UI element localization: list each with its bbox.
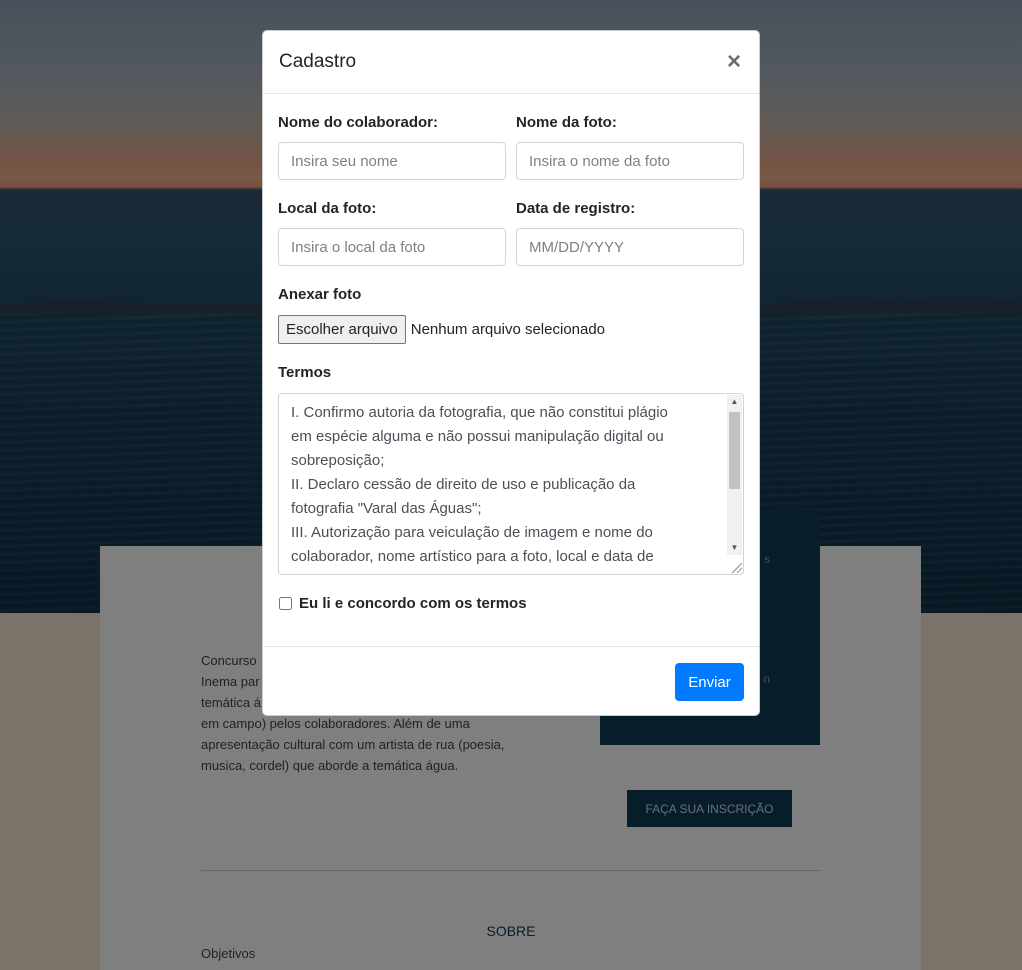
register-date-label: Data de registro: — [516, 200, 636, 217]
photo-location-input[interactable] — [278, 228, 506, 266]
terms-line: III. Autorização para veiculação de imag… — [291, 524, 653, 541]
scroll-down-arrow-icon[interactable]: ▼ — [727, 541, 742, 555]
close-icon[interactable]: × — [727, 50, 741, 74]
agree-terms-label: Eu li e concordo com os termos — [299, 595, 527, 612]
photo-name-label: Nome da foto: — [516, 114, 617, 131]
collaborator-name-input[interactable] — [278, 142, 506, 180]
choose-file-button[interactable]: Escolher arquivo — [278, 315, 406, 344]
submit-button[interactable]: Enviar — [675, 663, 744, 701]
agree-terms-checkbox[interactable] — [279, 597, 292, 610]
terms-content: I. Confirmo autoria da fotografia, que n… — [279, 394, 743, 569]
modal-title: Cadastro — [279, 51, 357, 72]
register-date-input[interactable] — [516, 228, 744, 266]
terms-line: II. Declaro cessão de direito de uso e p… — [291, 476, 636, 493]
terms-line: I. Confirmo autoria da fotografia, que n… — [291, 404, 668, 421]
registration-modal: Cadastro × Nome do colaborador: Nome da … — [262, 30, 760, 716]
terms-textarea[interactable]: I. Confirmo autoria da fotografia, que n… — [278, 393, 744, 575]
terms-line: colaborador, nome artístico para a foto,… — [291, 548, 654, 565]
scroll-up-arrow-icon[interactable]: ▲ — [727, 395, 742, 409]
collaborator-label: Nome do colaborador: — [278, 114, 439, 131]
terms-label: Termos — [278, 364, 332, 381]
modal-body: Nome do colaborador: Nome da foto: Local… — [263, 94, 759, 646]
terms-line: sobreposição; — [291, 452, 385, 469]
photo-name-input[interactable] — [516, 142, 744, 180]
terms-line: fotografia "Varal das Águas"; — [291, 500, 482, 517]
terms-scrollbar[interactable]: ▲ ▼ — [727, 395, 742, 555]
attach-photo-label: Anexar foto — [278, 286, 362, 303]
file-input: Escolher arquivo Nenhum arquivo selecion… — [278, 315, 605, 344]
agree-terms-control[interactable]: Eu li e concordo com os termos — [279, 595, 527, 612]
photo-location-label: Local da foto: — [278, 200, 377, 217]
file-status-text: Nenhum arquivo selecionado — [410, 321, 606, 338]
terms-line: em espécie alguma e não possui manipulaç… — [291, 428, 664, 445]
modal-footer: Enviar — [263, 646, 759, 716]
scrollbar-thumb[interactable] — [729, 412, 740, 489]
resize-handle-icon[interactable] — [730, 561, 742, 573]
modal-header: Cadastro × — [263, 31, 759, 94]
